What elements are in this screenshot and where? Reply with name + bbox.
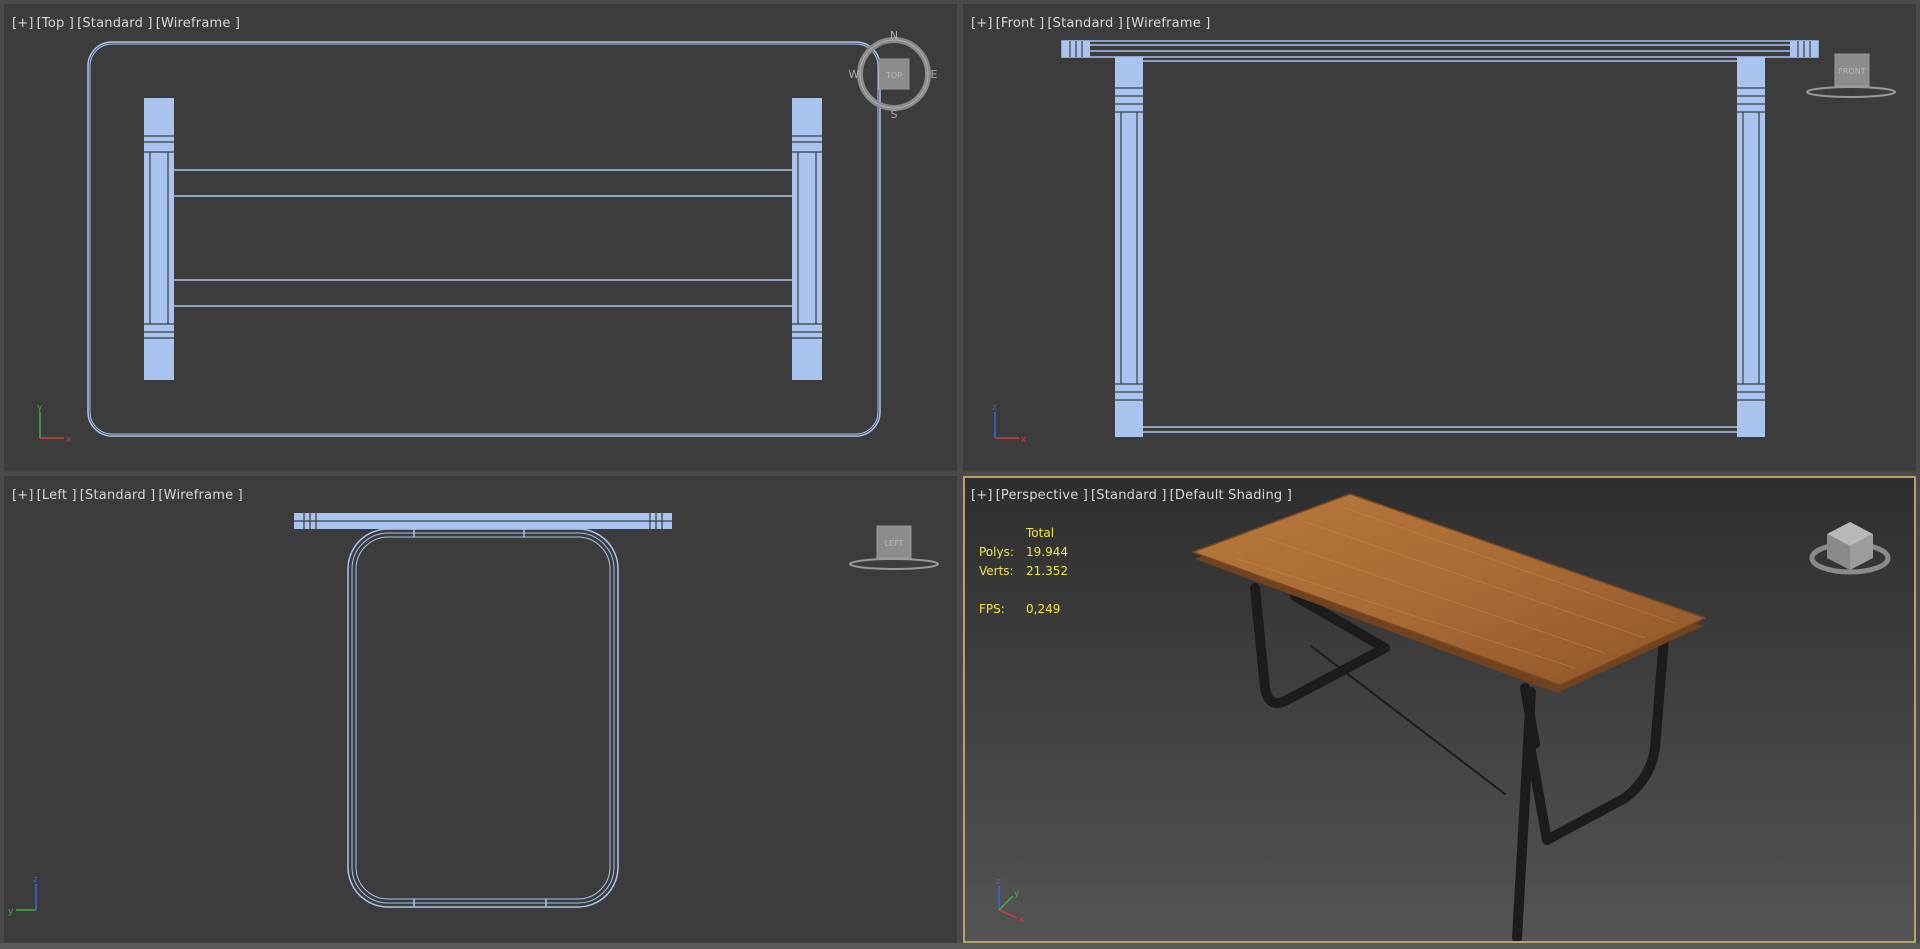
axis-x-label: x	[1021, 435, 1027, 445]
axis-x-label: x	[66, 435, 72, 445]
viewcube-compass[interactable]: TOP N S E W	[848, 24, 938, 120]
viewport-perspective[interactable]: [+] [Perspective ] [Standard ] [Default Sha…	[963, 476, 1916, 943]
viewcube-front-text: FRONT	[1838, 67, 1865, 76]
status-strip	[0, 943, 1920, 949]
axis-z-label: z	[992, 403, 997, 413]
axis-y-label: y	[1014, 889, 1020, 899]
axis-x-label: x	[1019, 915, 1025, 924]
perspective-table-render	[1192, 493, 1706, 941]
axis-tripod-icon: x z	[992, 403, 1027, 445]
viewport-top[interactable]: [+] [Top ] [Standard ] [Wireframe ] TOP …	[4, 4, 957, 471]
axis-y-label: y	[8, 907, 14, 917]
viewcube-front[interactable]: FRONT	[1801, 46, 1901, 106]
compass-south: S	[891, 108, 898, 120]
viewcube-left-text: LEFT	[885, 539, 904, 548]
viewport-left[interactable]: [+] [Left ] [Standard ] [Wireframe ] LEFT	[4, 476, 957, 943]
compass-west: W	[849, 68, 860, 81]
top-view-wireframe	[87, 41, 881, 437]
viewcube-top-text: TOP	[885, 71, 902, 80]
axis-tripod-icon: y z	[8, 875, 38, 917]
axis-z-label: z	[33, 875, 38, 885]
axis-tripod-icon: x z y	[996, 877, 1025, 924]
viewport-front[interactable]: [+] [Front ] [Standard ] [Wireframe ] FR…	[963, 4, 1916, 471]
compass-north: N	[890, 29, 898, 42]
axis-y-label: y	[37, 403, 43, 413]
viewcube-left[interactable]: LEFT	[844, 518, 944, 578]
axis-tripod-icon: x y	[37, 403, 72, 445]
compass-east: E	[931, 68, 938, 81]
viewcube-perspective[interactable]	[1805, 512, 1895, 582]
axis-z-label: z	[996, 877, 1001, 887]
left-view-wireframe	[294, 513, 672, 908]
front-view-wireframe	[1061, 40, 1819, 437]
